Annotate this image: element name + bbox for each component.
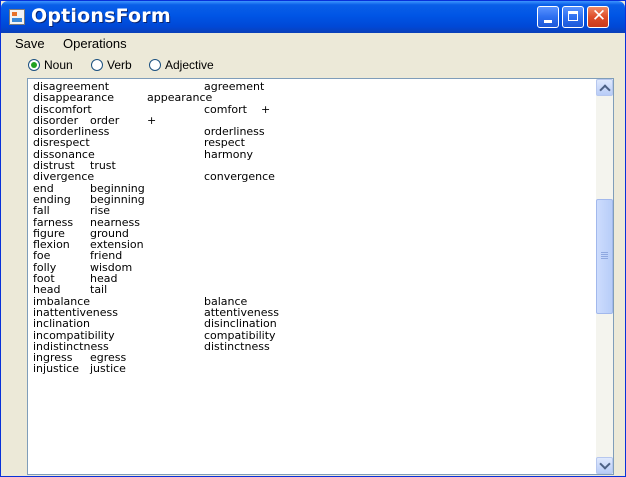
word-type-radio-group: Noun Verb Adjective — [1, 53, 625, 77]
radio-verb[interactable]: Verb — [91, 58, 132, 72]
minimize-button[interactable] — [537, 6, 559, 28]
list-item[interactable]: disappearance appearance — [33, 92, 588, 104]
radio-adjective[interactable]: Adjective — [149, 58, 214, 72]
list-item[interactable]: ending beginning — [33, 194, 588, 206]
scroll-down-button[interactable] — [596, 457, 613, 474]
close-button[interactable]: ✕ — [587, 6, 609, 28]
scroll-up-button[interactable] — [596, 79, 613, 96]
list-item[interactable]: injustice justice — [33, 363, 588, 375]
minimize-icon — [544, 20, 552, 23]
close-icon: ✕ — [591, 6, 607, 26]
list-items-container: disagreement agreement disappearance appe… — [33, 81, 588, 375]
radio-noun[interactable]: Noun — [28, 58, 73, 72]
vertical-scrollbar[interactable] — [596, 79, 613, 474]
list-item[interactable]: fall rise — [33, 205, 588, 217]
window-title: OptionsForm — [31, 5, 171, 27]
list-item[interactable]: foot head — [33, 273, 588, 285]
list-item[interactable]: dissonance harmony — [33, 148, 588, 160]
antonym-listbox[interactable]: disagreement agreement disappearance appe… — [27, 78, 614, 475]
list-item[interactable]: head tail — [33, 284, 588, 296]
maximize-button[interactable] — [562, 6, 584, 28]
radio-noun-label: Noun — [44, 58, 73, 72]
maximize-icon — [568, 11, 578, 21]
radio-noun-indicator[interactable] — [28, 59, 40, 71]
scrollbar-thumb[interactable] — [596, 199, 613, 315]
menu-operations[interactable]: Operations — [63, 36, 127, 51]
radio-adjective-indicator[interactable] — [149, 59, 161, 71]
list-item[interactable]: inclination disinclination — [33, 318, 588, 330]
menu-bar: Save Operations — [1, 33, 625, 53]
menu-save[interactable]: Save — [15, 36, 45, 51]
radio-adjective-label: Adjective — [165, 58, 214, 72]
radio-verb-label: Verb — [107, 58, 132, 72]
options-form-window: OptionsForm ✕ Save Operations Noun Verb … — [0, 0, 626, 477]
app-icon[interactable] — [9, 9, 25, 25]
list-item[interactable]: divergence convergence — [33, 171, 588, 183]
title-bar[interactable]: OptionsForm ✕ — [1, 1, 625, 33]
radio-verb-indicator[interactable] — [91, 59, 103, 71]
